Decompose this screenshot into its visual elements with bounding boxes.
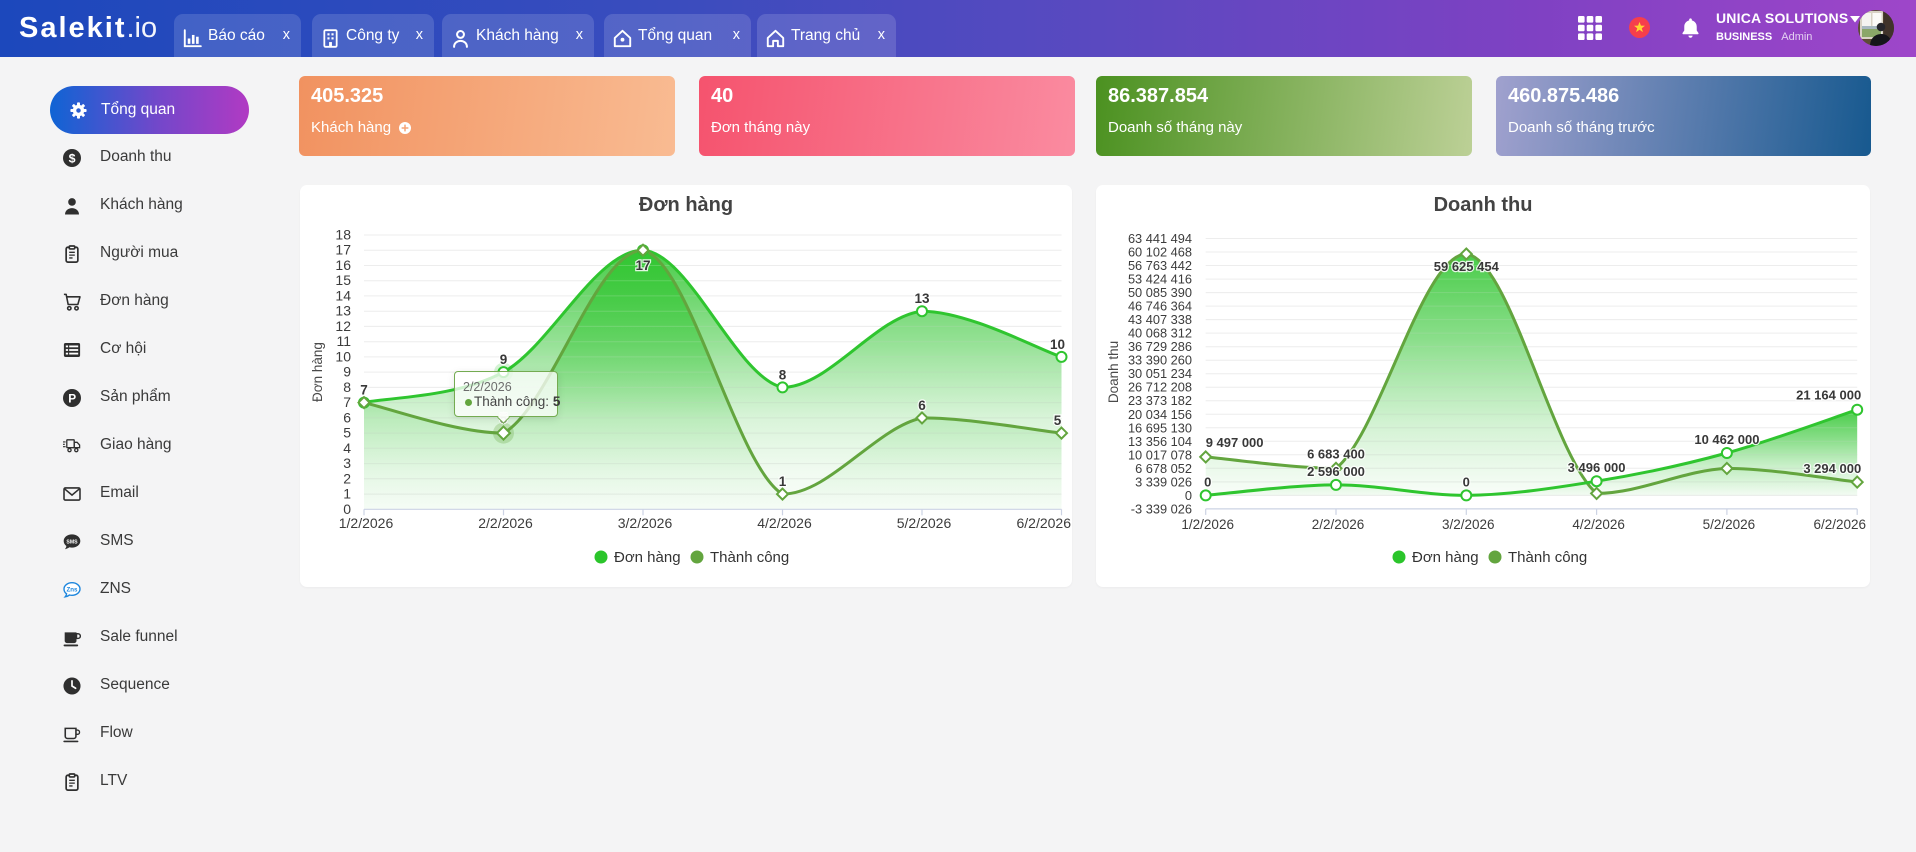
svg-text:4: 4 bbox=[343, 440, 351, 456]
svg-text:Đơn hàng: Đơn hàng bbox=[310, 342, 325, 402]
svg-text:Thành công: Thành công bbox=[710, 549, 789, 566]
svg-text:3 339 026: 3 339 026 bbox=[1135, 474, 1192, 489]
svg-text:$: $ bbox=[69, 151, 76, 165]
svg-text:26 712 208: 26 712 208 bbox=[1128, 380, 1192, 395]
svg-text:Doanh thu: Doanh thu bbox=[1106, 341, 1121, 403]
svg-text:13 356 104: 13 356 104 bbox=[1128, 434, 1192, 449]
svg-text:Zns: Zns bbox=[66, 586, 78, 593]
svg-text:3/2/2026: 3/2/2026 bbox=[1442, 517, 1495, 532]
svg-text:17: 17 bbox=[335, 242, 351, 258]
svg-text:3 294 000: 3 294 000 bbox=[1803, 461, 1861, 476]
svg-text:7: 7 bbox=[343, 394, 351, 410]
svg-text:56 763 442: 56 763 442 bbox=[1128, 258, 1192, 273]
svg-text:46 746 364: 46 746 364 bbox=[1128, 299, 1192, 314]
svg-text:1/2/2026: 1/2/2026 bbox=[339, 515, 394, 531]
svg-text:20 034 156: 20 034 156 bbox=[1128, 407, 1192, 422]
svg-text:5/2/2026: 5/2/2026 bbox=[1703, 517, 1756, 532]
svg-text:7: 7 bbox=[360, 383, 368, 398]
svg-text:13: 13 bbox=[335, 303, 351, 319]
svg-text:63 441 494: 63 441 494 bbox=[1128, 231, 1192, 246]
svg-text:13: 13 bbox=[914, 291, 930, 306]
svg-text:2 596 000: 2 596 000 bbox=[1307, 464, 1365, 479]
svg-text:SMS: SMS bbox=[66, 539, 78, 545]
svg-text:Đơn hàng: Đơn hàng bbox=[614, 549, 681, 566]
svg-text:3 496 000: 3 496 000 bbox=[1568, 460, 1626, 475]
svg-text:9: 9 bbox=[500, 352, 508, 367]
svg-text:9 497 000: 9 497 000 bbox=[1206, 435, 1264, 450]
svg-text:6/2/2026: 6/2/2026 bbox=[1813, 517, 1866, 532]
svg-text:43 407 338: 43 407 338 bbox=[1128, 312, 1192, 327]
svg-text:Thành công: Thành công bbox=[1508, 549, 1587, 566]
svg-text:53 424 416: 53 424 416 bbox=[1128, 272, 1192, 287]
svg-text:1: 1 bbox=[343, 486, 351, 502]
svg-text:3: 3 bbox=[343, 455, 351, 471]
svg-text:12: 12 bbox=[335, 318, 351, 334]
svg-text:10: 10 bbox=[335, 348, 351, 364]
svg-text:21 164 000: 21 164 000 bbox=[1796, 388, 1861, 403]
svg-text:10 017 078: 10 017 078 bbox=[1128, 447, 1192, 462]
svg-text:40 068 312: 40 068 312 bbox=[1128, 326, 1192, 341]
svg-text:P: P bbox=[68, 392, 76, 406]
svg-text:36 729 286: 36 729 286 bbox=[1128, 339, 1192, 354]
svg-text:18: 18 bbox=[335, 227, 351, 243]
svg-text:30 051 234: 30 051 234 bbox=[1128, 366, 1192, 381]
svg-text:60 102 468: 60 102 468 bbox=[1128, 245, 1192, 260]
svg-text:17: 17 bbox=[635, 258, 650, 273]
svg-text:5: 5 bbox=[1054, 413, 1062, 428]
svg-text:10: 10 bbox=[1050, 337, 1065, 352]
svg-text:11: 11 bbox=[336, 333, 351, 349]
svg-text:4/2/2026: 4/2/2026 bbox=[757, 515, 812, 531]
svg-text:16: 16 bbox=[335, 257, 351, 273]
svg-text:16 695 130: 16 695 130 bbox=[1128, 420, 1192, 435]
svg-text:0: 0 bbox=[1463, 474, 1470, 489]
svg-text:6: 6 bbox=[343, 409, 351, 425]
svg-text:6: 6 bbox=[918, 398, 926, 413]
svg-text:1/2/2026: 1/2/2026 bbox=[1181, 517, 1234, 532]
svg-text:10 462 000: 10 462 000 bbox=[1694, 432, 1759, 447]
svg-text:1: 1 bbox=[779, 474, 787, 489]
svg-text:-3 339 026: -3 339 026 bbox=[1131, 501, 1192, 516]
svg-text:8: 8 bbox=[779, 367, 787, 382]
svg-text:6/2/2026: 6/2/2026 bbox=[1017, 515, 1072, 531]
svg-text:6 678 052: 6 678 052 bbox=[1135, 461, 1192, 476]
svg-text:23 373 182: 23 373 182 bbox=[1128, 393, 1192, 408]
svg-text:6 683 400: 6 683 400 bbox=[1307, 446, 1365, 461]
svg-text:2/2/2026: 2/2/2026 bbox=[1312, 517, 1365, 532]
svg-text:4/2/2026: 4/2/2026 bbox=[1572, 517, 1625, 532]
svg-text:15: 15 bbox=[335, 272, 351, 288]
svg-text:2/2/2026: 2/2/2026 bbox=[478, 515, 533, 531]
svg-text:8: 8 bbox=[343, 379, 351, 395]
svg-text:0: 0 bbox=[1185, 488, 1192, 503]
svg-text:33 390 260: 33 390 260 bbox=[1128, 353, 1192, 368]
svg-text:Đơn hàng: Đơn hàng bbox=[1412, 549, 1479, 566]
svg-text:5: 5 bbox=[343, 425, 351, 441]
svg-text:0: 0 bbox=[1204, 474, 1211, 489]
svg-text:3/2/2026: 3/2/2026 bbox=[618, 515, 673, 531]
svg-text:5/2/2026: 5/2/2026 bbox=[897, 515, 952, 531]
svg-text:50 085 390: 50 085 390 bbox=[1128, 285, 1192, 300]
svg-text:2: 2 bbox=[343, 470, 351, 486]
svg-text:14: 14 bbox=[335, 287, 351, 303]
svg-text:9: 9 bbox=[343, 364, 351, 380]
svg-text:59 625 454: 59 625 454 bbox=[1434, 259, 1500, 274]
